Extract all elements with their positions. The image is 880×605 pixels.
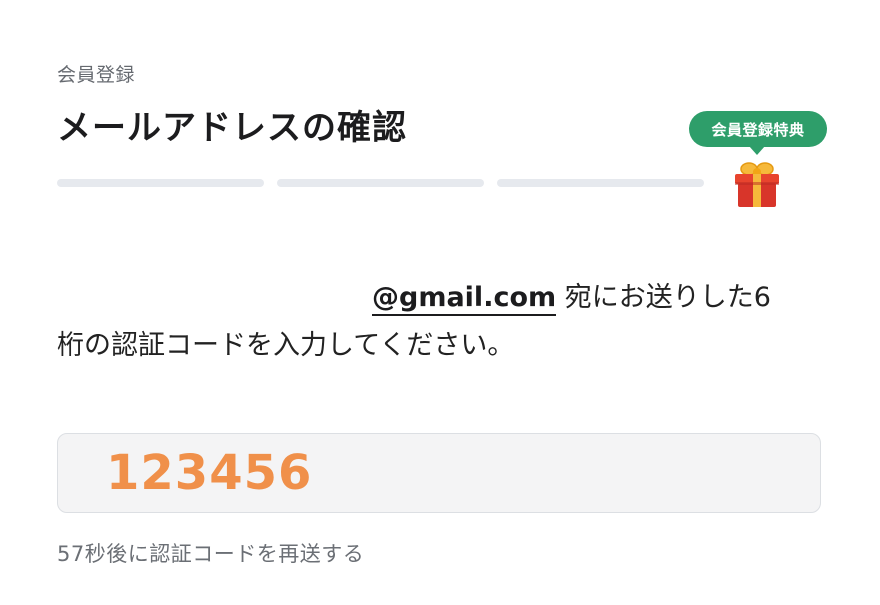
instruction-message: @gmail.com 宛にお送りした6 桁の認証コードを入力してください。 xyxy=(57,274,837,370)
progress-segment xyxy=(497,179,704,187)
email-address: @gmail.com xyxy=(372,282,557,316)
progress-bar xyxy=(57,179,704,187)
instruction-line-1: @gmail.com 宛にお送りした6 xyxy=(57,274,837,322)
progress-segment xyxy=(57,179,264,187)
instruction-suffix: 宛にお送りした6 xyxy=(556,282,771,313)
page-title: メールアドレスの確認 xyxy=(57,108,407,148)
gift-icon[interactable] xyxy=(731,158,783,210)
resend-code-link[interactable]: 57秒後に認証コードを再送する xyxy=(57,538,364,568)
step-label: 会員登録 xyxy=(57,64,136,86)
instruction-line-2: 桁の認証コードを入力してください。 xyxy=(57,330,515,361)
bonus-badge: 会員登録特典 xyxy=(689,111,827,155)
verification-code-input[interactable] xyxy=(57,433,821,513)
progress-segment xyxy=(277,179,484,187)
